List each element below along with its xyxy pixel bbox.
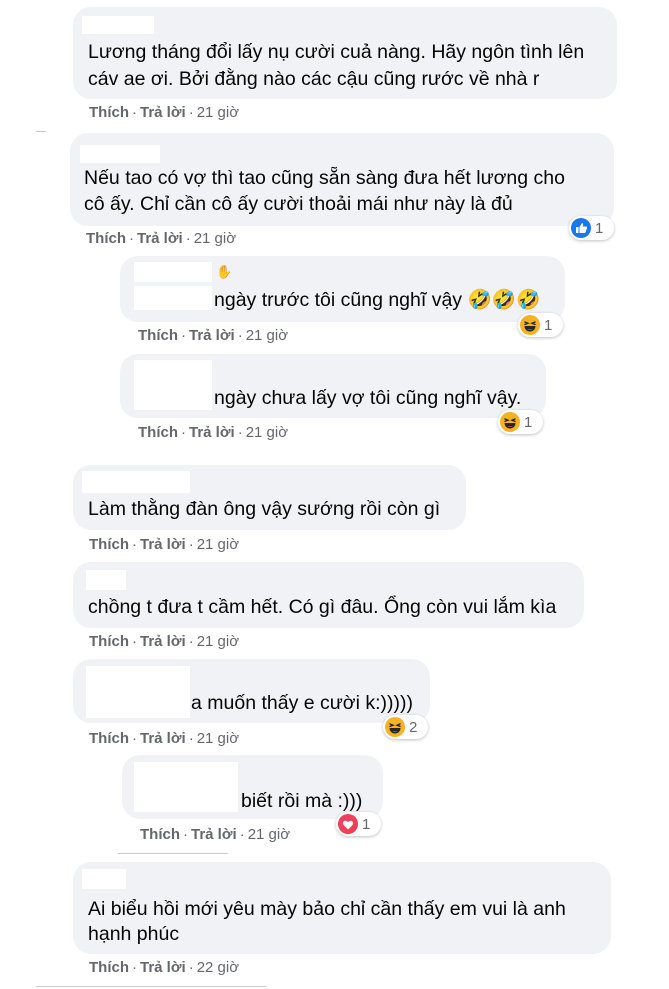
reply-action[interactable]: Trả lời: [189, 424, 235, 441]
reaction-count: 1: [362, 815, 371, 833]
comment-text: hạnh phúc: [88, 923, 180, 945]
divider: [36, 986, 266, 987]
reaction-badge[interactable]: 1: [498, 410, 543, 434]
reply-action[interactable]: Trả lời: [140, 730, 186, 747]
love-icon: [338, 814, 358, 834]
like-action[interactable]: Thích: [138, 424, 178, 441]
redacted-username: [134, 762, 238, 812]
like-action[interactable]: Thích: [89, 959, 129, 976]
comment-actions: Thích · Trả lời · 21 giờ: [89, 104, 240, 121]
reply-action[interactable]: Trả lời: [137, 230, 183, 247]
reply-action[interactable]: Trả lời: [140, 959, 186, 976]
comment-text: cô ấy. Chỉ cần cô ấy cười thoải mái như …: [84, 193, 513, 215]
comment-actions: Thích · Trả lời · 21 giờ: [138, 327, 289, 344]
reaction-badge[interactable]: 2: [383, 715, 428, 739]
haha-icon: [520, 315, 540, 335]
reply-action[interactable]: Trả lời: [140, 104, 186, 121]
redacted-username: [86, 570, 126, 590]
timestamp: 21 giờ: [247, 826, 291, 843]
comment-text: chồng t đưa t cầm hết. Có gì đâu. Ổng cò…: [88, 596, 557, 618]
comment-actions: Thích · Trả lời · 22 giờ: [89, 959, 240, 976]
wave-hand-icon: ✋: [216, 264, 233, 279]
like-action[interactable]: Thích: [89, 104, 129, 121]
comment-actions: Thích · Trả lời · 21 giờ: [89, 536, 240, 553]
reply-action[interactable]: Trả lời: [140, 536, 186, 553]
redacted-username: [82, 471, 190, 493]
comment-actions: Thích · Trả lời · 21 giờ: [89, 730, 240, 747]
reply-action[interactable]: Trả lời: [191, 826, 237, 843]
haha-icon: [385, 717, 405, 737]
comment-text: ngày chưa lấy vợ tôi cũng nghĩ vậy.: [214, 387, 522, 409]
redacted-username: [82, 869, 126, 889]
timestamp: 22 giờ: [196, 959, 240, 976]
comment-actions: Thích · Trả lời · 21 giờ: [140, 826, 291, 843]
reply-action[interactable]: Trả lời: [189, 327, 235, 344]
timestamp: 21 giờ: [245, 424, 289, 441]
timestamp: 21 giờ: [193, 230, 237, 247]
divider: [118, 853, 228, 854]
divider: [36, 131, 46, 132]
comment-text: Lương tháng đổi lấy nụ cười cuả nàng. Hã…: [88, 41, 585, 63]
comment-text: ngày trước tôi cũng nghĩ vậy 🤣🤣🤣: [214, 289, 541, 311]
haha-icon: [500, 412, 520, 432]
reaction-badge[interactable]: 1: [336, 812, 381, 836]
comment-actions: Thích · Trả lời · 21 giờ: [138, 424, 289, 441]
comment-text: Làm thằng đàn ông vậy sướng rồi còn gì: [88, 498, 441, 520]
like-action[interactable]: Thích: [140, 826, 180, 843]
like-action[interactable]: Thích: [138, 327, 178, 344]
redacted-username: [86, 666, 190, 718]
timestamp: 21 giờ: [245, 327, 289, 344]
redacted-username: [134, 262, 212, 282]
redacted-username: [134, 360, 212, 410]
reaction-count: 1: [595, 219, 604, 237]
comment-actions: Thích · Trả lời · 21 giờ: [86, 230, 237, 247]
like-icon: [571, 218, 591, 238]
timestamp: 21 giờ: [196, 536, 240, 553]
like-action[interactable]: Thích: [86, 230, 126, 247]
reaction-badge[interactable]: 1: [518, 313, 563, 337]
redacted-username: [80, 145, 160, 163]
redacted-username: [134, 286, 212, 310]
timestamp: 21 giờ: [196, 730, 240, 747]
reaction-count: 1: [544, 316, 553, 334]
reaction-count: 1: [524, 413, 533, 431]
comment-actions: Thích · Trả lời · 21 giờ: [89, 633, 240, 650]
timestamp: 21 giờ: [196, 104, 240, 121]
like-action[interactable]: Thích: [89, 536, 129, 553]
redacted-username: [82, 16, 154, 34]
like-action[interactable]: Thích: [89, 730, 129, 747]
timestamp: 21 giờ: [196, 633, 240, 650]
comment-text: cáv ae ơi. Bởi đằng nào các cậu cũng rướ…: [88, 68, 540, 90]
comment-text: a muốn thấy e cười k:))))): [191, 692, 413, 714]
reaction-count: 2: [409, 718, 418, 736]
reaction-badge[interactable]: 1: [569, 216, 614, 240]
reply-action[interactable]: Trả lời: [140, 633, 186, 650]
like-action[interactable]: Thích: [89, 633, 129, 650]
